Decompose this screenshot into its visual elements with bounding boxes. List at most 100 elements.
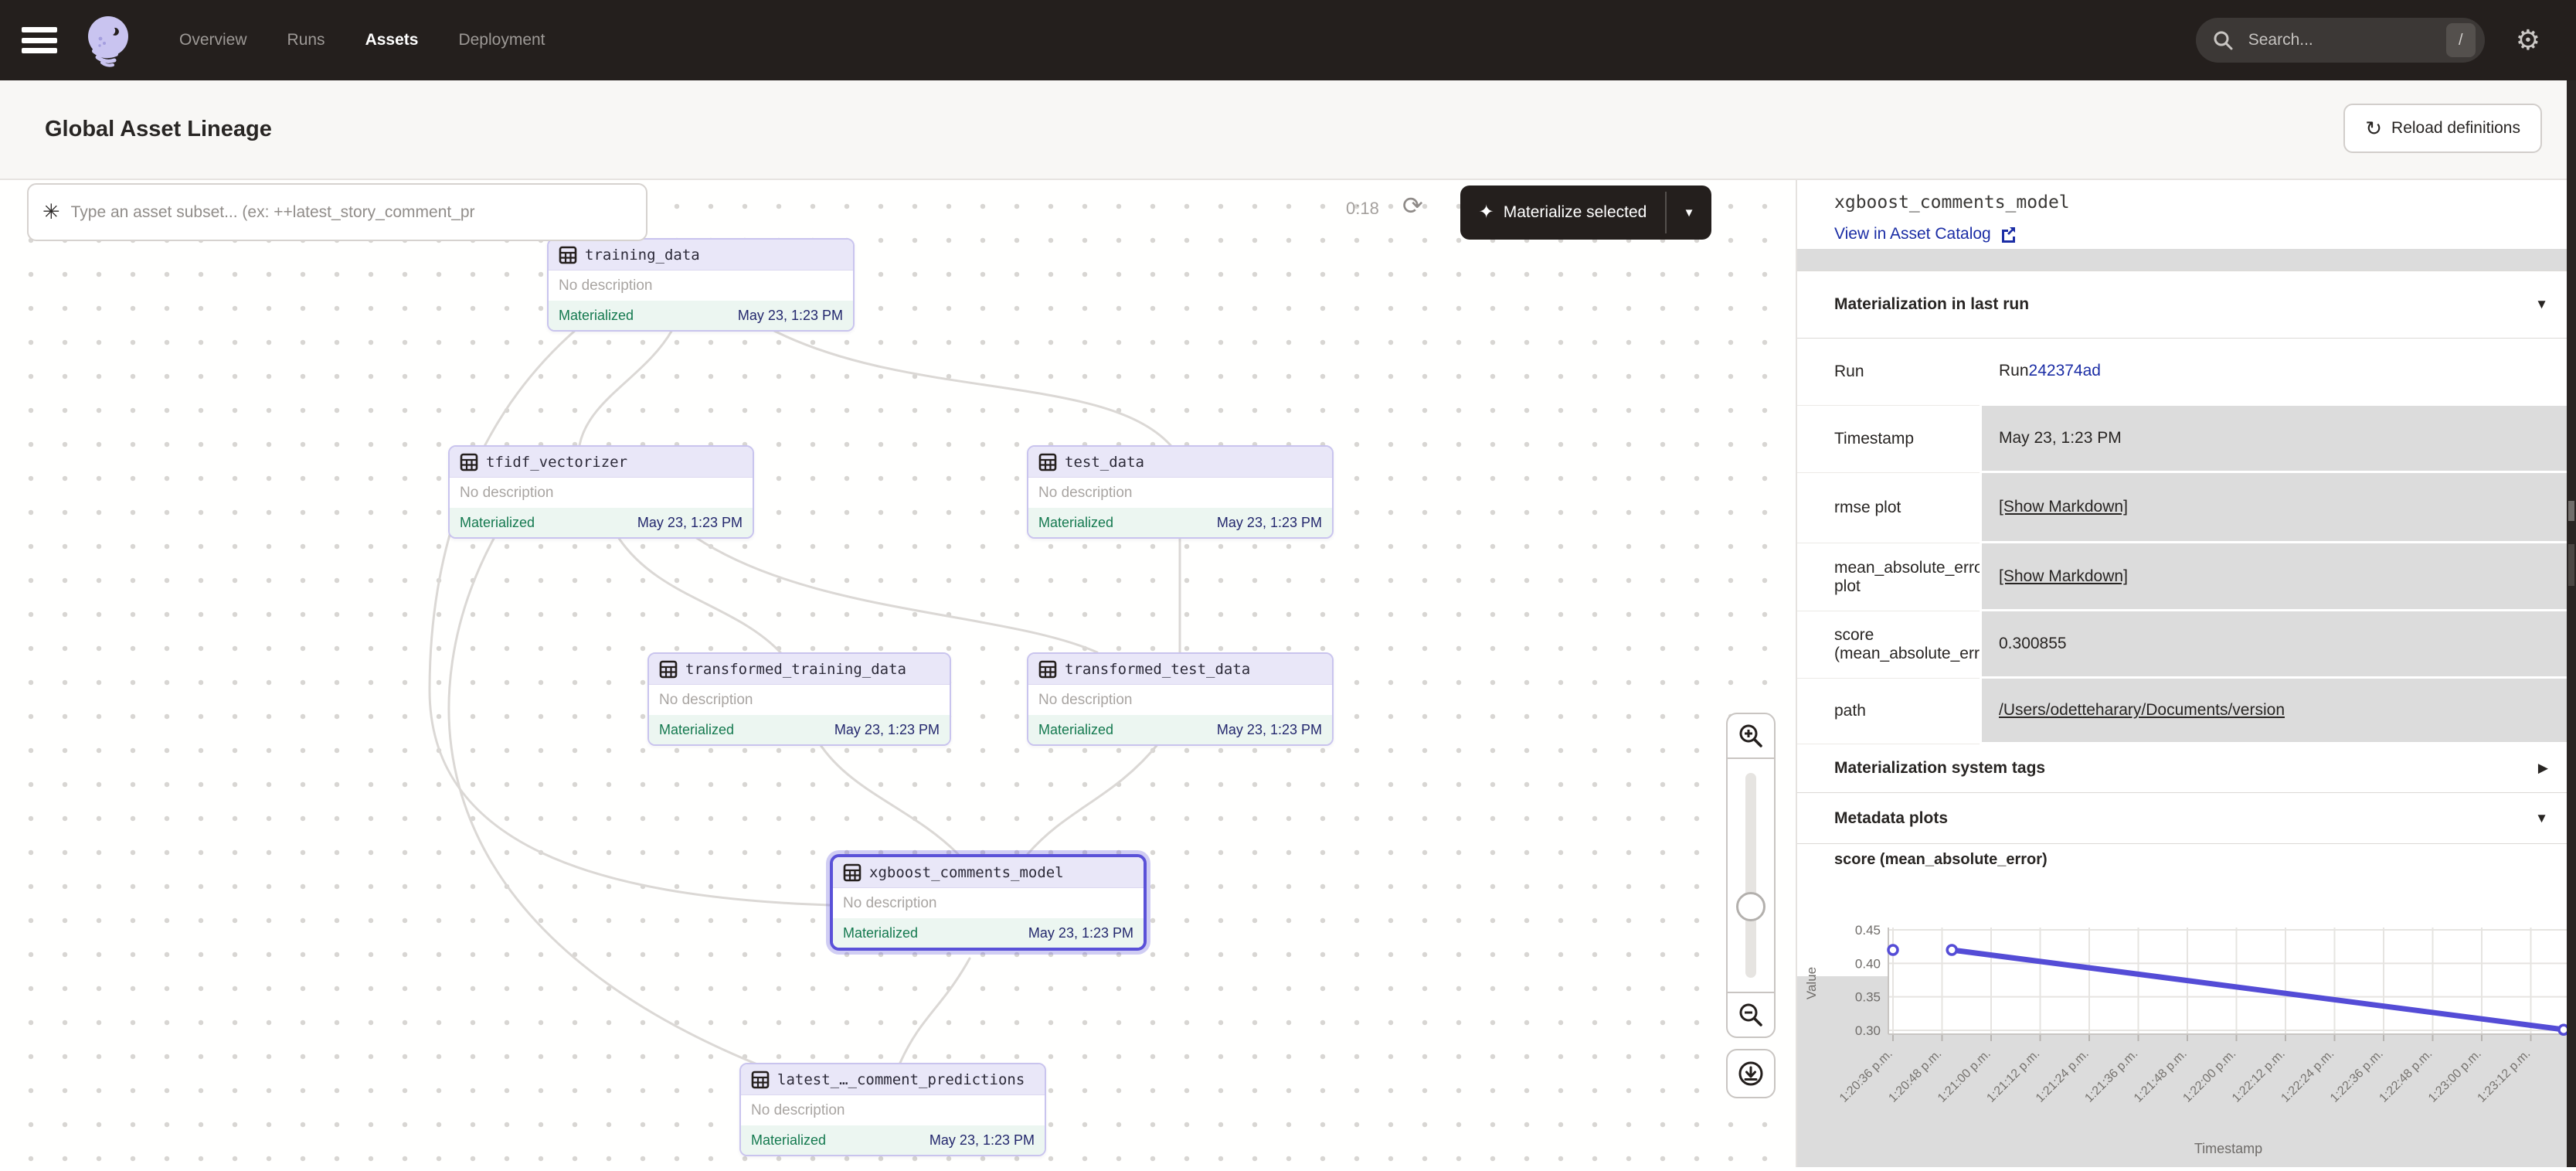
run-id-link[interactable]: 242374ad — [2029, 362, 2101, 380]
metadata-key: mean_absolute_error plot — [1797, 543, 1980, 611]
section-metadata-plots[interactable]: Metadata plots ▼ — [1797, 793, 2568, 844]
table-icon — [559, 246, 577, 264]
metadata-row: TimestampMay 23, 1:23 PM — [1797, 406, 2568, 473]
node-name: test_data — [1065, 454, 1144, 471]
metadata-key: Run — [1797, 339, 1980, 406]
nav-link-overview[interactable]: Overview — [179, 31, 247, 49]
asset-filter-placeholder: Type an asset subset... (ex: ++latest_st… — [71, 203, 475, 222]
node-header: test_data — [1028, 447, 1332, 478]
vertical-scrollbar[interactable] — [2567, 80, 2576, 1167]
asset-graph-icon: ✳ — [42, 202, 60, 223]
zoom-in-button[interactable] — [1728, 714, 1774, 759]
sparkle-icon: ✦ — [1479, 203, 1494, 222]
main-content: training_dataNo descriptionMaterializedM… — [0, 180, 2576, 1167]
section-title: Materialization in last run — [1834, 295, 2029, 314]
node-footer: MaterializedMay 23, 1:23 PM — [1028, 508, 1332, 537]
dagster-logo-icon — [77, 11, 136, 70]
search-placeholder: Search... — [2248, 31, 2446, 49]
metadata-value-link[interactable]: [Show Markdown] — [1999, 498, 2128, 516]
materialize-label: Materialize selected — [1504, 203, 1647, 222]
chevron-right-icon: ▶ — [2538, 761, 2548, 776]
nav-link-deployment[interactable]: Deployment — [458, 31, 545, 49]
node-body: No description — [549, 271, 853, 301]
metadata-row: mean_absolute_error plot [Show Markdown] — [1797, 543, 2568, 611]
zoom-controls — [1726, 713, 1776, 1038]
section-materialization-in-last-run[interactable]: Materialization in last run ▼ — [1797, 271, 2568, 339]
node-body: No description — [833, 888, 1144, 918]
zoom-slider-track[interactable] — [1728, 759, 1774, 992]
node-timestamp: May 23, 1:23 PM — [738, 308, 843, 324]
zoom-out-icon — [1738, 1002, 1764, 1028]
node-description: No description — [659, 692, 753, 709]
nav-link-runs[interactable]: Runs — [287, 31, 325, 49]
node-footer: MaterializedMay 23, 1:23 PM — [1028, 715, 1332, 744]
node-footer: Materialized May 23, 1:23 PM — [549, 301, 853, 330]
metadata-value-link[interactable]: [Show Markdown] — [1999, 567, 2128, 586]
edge — [773, 330, 1171, 445]
table-icon — [659, 660, 678, 679]
asset-node-test_data[interactable]: test_dataNo descriptionMaterializedMay 2… — [1027, 445, 1334, 539]
catalog-link-label: View in Asset Catalog — [1834, 225, 1991, 243]
download-icon — [1736, 1059, 1765, 1088]
edge — [819, 743, 958, 854]
asset-node-transformed_test_data[interactable]: transformed_test_dataNo descriptionMater… — [1027, 652, 1334, 746]
asset-details-panel: xgboost_comments_model View in Asset Cat… — [1796, 180, 2567, 1167]
edge — [695, 537, 1097, 652]
view-in-asset-catalog-link[interactable]: View in Asset Catalog — [1834, 225, 2017, 243]
section-title: Materialization system tags — [1834, 759, 2045, 778]
search-icon — [2211, 29, 2234, 52]
edge — [430, 330, 830, 905]
metadata-key: score (mean_absolute_error) — [1797, 611, 1980, 679]
table-icon — [460, 453, 478, 471]
metadata-key: path — [1797, 679, 1980, 744]
table-icon — [843, 863, 861, 882]
node-status: Materialized — [843, 925, 918, 941]
asset-lineage-canvas[interactable]: training_dataNo descriptionMaterializedM… — [0, 180, 1794, 1167]
metadata-value: [Show Markdown] — [1980, 473, 2568, 543]
node-timestamp: May 23, 1:23 PM — [1028, 925, 1133, 941]
nav-link-assets[interactable]: Assets — [365, 31, 419, 49]
graph-refresh-icon[interactable]: ⟳ — [1402, 191, 1423, 220]
reload-definitions-button[interactable]: ↻ Reload definitions — [2343, 104, 2542, 153]
edge — [449, 537, 765, 1067]
asset-name-title: xgboost_comments_model — [1834, 192, 2070, 213]
download-image-button[interactable] — [1726, 1049, 1776, 1098]
metadata-value-link[interactable]: /Users/odetteharary/Documents/version — [1999, 701, 2285, 720]
metadata-plot-title: score (mean_absolute_error) — [1834, 851, 2048, 869]
panel-horizontal-scrollbar[interactable] — [1797, 249, 2568, 271]
materialize-selected-button[interactable]: ✦ Materialize selected ▼ — [1460, 186, 1711, 240]
search-input[interactable]: Search... / — [2196, 18, 2485, 63]
page-title: Global Asset Lineage — [45, 117, 272, 142]
section-materialization-system-tags[interactable]: Materialization system tags ▶ — [1797, 744, 2568, 793]
asset-node-xgboost_comments_model[interactable]: xgboost_comments_modelNo descriptionMate… — [830, 854, 1147, 951]
hamburger-menu-icon[interactable] — [22, 27, 57, 53]
node-body: No description — [1028, 685, 1332, 715]
node-status: Materialized — [559, 308, 634, 324]
table-icon — [1038, 453, 1057, 471]
node-header: transformed_test_data — [1028, 654, 1332, 685]
asset-node-transformed_training_data[interactable]: transformed_training_dataNo descriptionM… — [647, 652, 951, 746]
node-body: No description — [450, 478, 753, 508]
materialization-metadata-table: RunRun 242374adTimestampMay 23, 1:23 PMr… — [1797, 339, 2568, 744]
node-footer: Materialized May 23, 1:23 PM — [833, 918, 1144, 948]
page-header: Global Asset Lineage ↻ Reload definition… — [0, 80, 2576, 180]
zoom-slider-handle[interactable] — [1736, 892, 1765, 921]
nav-links: Overview Runs Assets Deployment — [179, 31, 545, 49]
asset-node-latest__comment_predictions[interactable]: latest_…_comment_predictionsNo descripti… — [739, 1063, 1046, 1156]
asset-node-training_data[interactable]: training_dataNo descriptionMaterializedM… — [547, 238, 855, 332]
node-timestamp: May 23, 1:23 PM — [929, 1132, 1035, 1149]
asset-filter-input[interactable]: ✳ Type an asset subset... (ex: ++latest_… — [27, 183, 647, 241]
asset-node-tfidf_vectorizer[interactable]: tfidf_vectorizerNo descriptionMaterializ… — [448, 445, 754, 539]
svg-text:0.45: 0.45 — [1855, 923, 1881, 938]
materialize-dropdown-caret[interactable]: ▼ — [1667, 186, 1711, 240]
zoom-out-button[interactable] — [1728, 992, 1774, 1037]
node-description: No description — [751, 1102, 845, 1119]
node-status: Materialized — [1038, 722, 1113, 738]
node-footer: MaterializedMay 23, 1:23 PM — [741, 1125, 1045, 1155]
node-name: transformed_test_data — [1065, 661, 1250, 678]
node-body: No description — [649, 685, 950, 715]
gear-icon[interactable]: ⚙ — [2516, 26, 2540, 54]
edge — [1028, 743, 1159, 854]
chevron-down-icon: ▼ — [2535, 297, 2548, 312]
metadata-row: RunRun 242374ad — [1797, 339, 2568, 406]
